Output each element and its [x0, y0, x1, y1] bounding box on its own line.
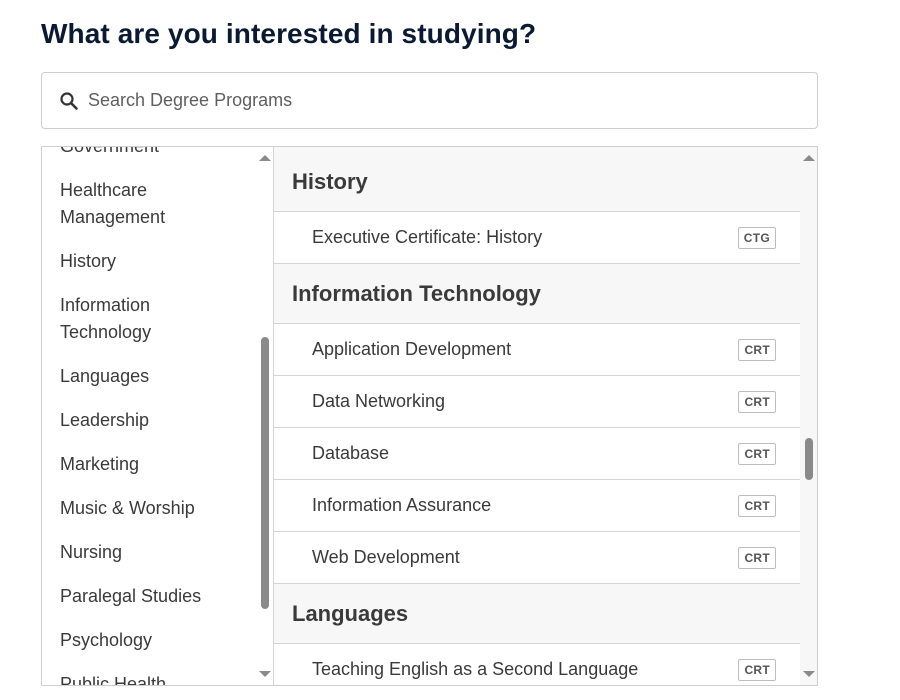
category-scrollbar[interactable]	[256, 147, 273, 685]
category-list: Government Healthcare Management History…	[42, 147, 257, 685]
category-item-paralegal-studies[interactable]: Paralegal Studies	[42, 583, 257, 610]
credential-badge: CRT	[738, 390, 776, 413]
category-item-psychology[interactable]: Psychology	[42, 627, 257, 654]
program-item[interactable]: Data Networking CRT	[274, 376, 800, 428]
page-title: What are you interested in studying?	[41, 18, 537, 49]
program-item[interactable]: Database CRT	[274, 428, 800, 480]
scroll-down-arrow-icon[interactable]	[803, 671, 815, 677]
credential-badge: CRT	[738, 338, 776, 361]
category-item-music-worship[interactable]: Music & Worship	[42, 495, 257, 522]
program-list-pane: History Executive Certificate: History C…	[274, 147, 817, 685]
program-name: Application Development	[312, 339, 512, 359]
credential-badge: CRT	[738, 442, 776, 465]
credential-badge: CRT	[738, 658, 776, 681]
program-item[interactable]: Web Development CRT	[274, 532, 800, 584]
credential-badge: CRT	[738, 546, 776, 569]
group-heading-information-technology: Information Technology	[274, 264, 800, 324]
program-name: Web Development	[312, 547, 460, 567]
category-item-history[interactable]: History	[42, 248, 257, 275]
search-icon	[58, 90, 80, 112]
program-scrollbar[interactable]	[800, 147, 817, 685]
scroll-down-arrow-icon[interactable]	[259, 671, 271, 677]
program-list: History Executive Certificate: History C…	[274, 152, 800, 685]
program-name: Executive Certificate: History	[312, 227, 543, 247]
scroll-up-arrow-icon[interactable]	[259, 155, 271, 161]
credential-badge: CRT	[738, 494, 776, 517]
category-item-languages[interactable]: Languages	[42, 363, 257, 390]
program-item[interactable]: Teaching English as a Second Language CR…	[274, 644, 800, 685]
program-item[interactable]: Application Development CRT	[274, 324, 800, 376]
program-name: Database	[312, 443, 390, 463]
credential-badge: CTG	[737, 226, 776, 249]
group-heading-languages: Languages	[274, 584, 800, 644]
category-item-marketing[interactable]: Marketing	[42, 451, 257, 478]
category-item-healthcare-management[interactable]: Healthcare Management	[42, 177, 182, 231]
program-name: Teaching English as a Second Language	[312, 659, 639, 679]
category-item-public-health[interactable]: Public Health	[42, 671, 257, 685]
category-item-nursing[interactable]: Nursing	[42, 539, 257, 566]
program-item[interactable]: Executive Certificate: History CTG	[274, 212, 800, 264]
scroll-up-arrow-icon[interactable]	[803, 155, 815, 161]
category-list-pane: Government Healthcare Management History…	[42, 147, 274, 685]
scrollbar-thumb[interactable]	[805, 438, 813, 480]
scrollbar-thumb[interactable]	[261, 337, 269, 609]
program-name: Data Networking	[312, 391, 446, 411]
search-input[interactable]	[88, 90, 688, 111]
category-item-information-technology[interactable]: Information Technology	[42, 292, 182, 346]
category-item-leadership[interactable]: Leadership	[42, 407, 257, 434]
program-name: Information Assurance	[312, 495, 492, 515]
search-box[interactable]	[41, 72, 818, 129]
category-item-government[interactable]: Government	[42, 147, 257, 160]
program-browser: Government Healthcare Management History…	[41, 146, 818, 686]
group-heading-history: History	[274, 152, 800, 212]
program-item[interactable]: Information Assurance CRT	[274, 480, 800, 532]
